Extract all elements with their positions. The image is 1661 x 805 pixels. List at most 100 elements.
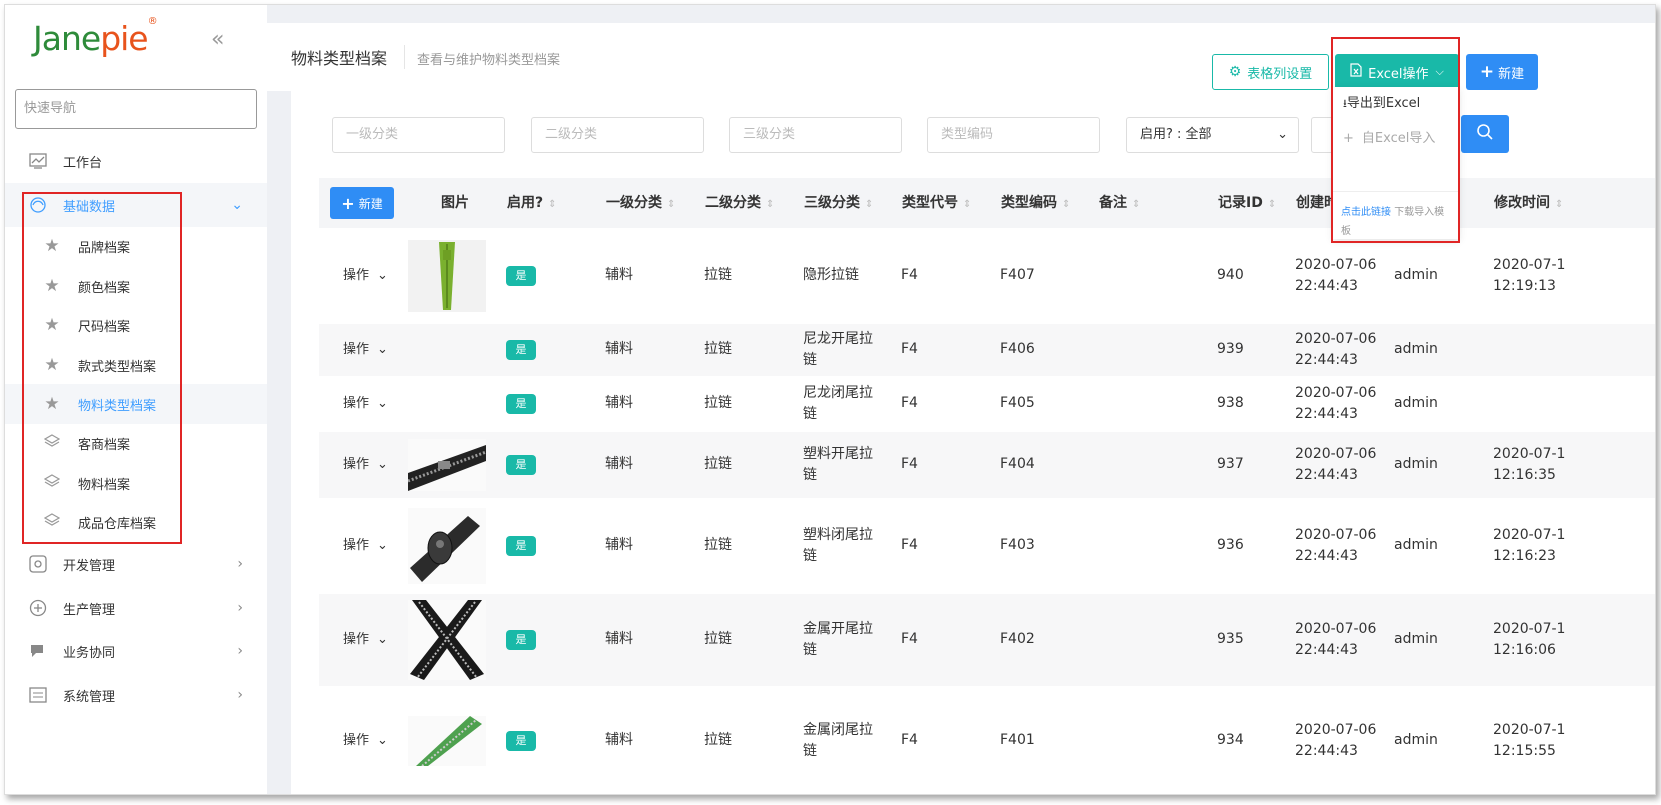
enabled-badge: 是 [506, 630, 536, 650]
chevron-right-icon: › [237, 687, 243, 703]
column-header[interactable]: 备注 ⇕ [1099, 178, 1140, 228]
row-action-menu[interactable]: 操作 ⌄ [343, 339, 388, 360]
column-header[interactable]: 记录ID ⇕ [1218, 178, 1276, 228]
chevron-right-icon: › [237, 600, 243, 616]
level2-cell: 拉链 [704, 537, 732, 553]
sidebar-item-label: 开发管理 [63, 558, 116, 574]
sidebar-item-dev[interactable]: 开发管理 › [5, 542, 267, 586]
page-title: 物料类型档案 [291, 49, 388, 68]
sidebar-item-label: 系统管理 [63, 689, 116, 705]
row-action-menu[interactable]: 操作 ⌄ [343, 535, 388, 556]
level1-cell: 辅料 [605, 732, 633, 748]
record-id-cell: 934 [1217, 732, 1244, 748]
type-number-cell: F405 [1000, 395, 1035, 411]
level1-cell: 辅料 [605, 267, 633, 283]
plus-icon: + [341, 193, 355, 213]
creator-cell: admin [1394, 456, 1438, 472]
sidebar-item-system[interactable]: 系统管理 › [5, 673, 267, 717]
table-row: 操作 ⌄ 是 辅料 拉链 金属闭尾拉链 F4 F401 934 2020-07-06 22:44:4… [319, 686, 1655, 794]
type-number-cell: F403 [1000, 537, 1035, 553]
sort-icon: ⇕ [766, 199, 775, 210]
created-time-cell: 2020-07-06 22:44:43 [1295, 722, 1377, 759]
sort-icon: ⇕ [1062, 199, 1071, 210]
type-number-cell: F404 [1000, 456, 1035, 472]
dashboard-icon [27, 150, 49, 172]
chevron-down-icon: ⌄ [377, 733, 388, 748]
sidebar-item-label: 生产管理 [63, 602, 116, 618]
level3-cell: 塑料开尾拉链 [803, 446, 873, 483]
sidebar-item-workbench[interactable]: 工作台 [5, 139, 267, 183]
column-header[interactable]: 一级分类 ⇕ [606, 178, 675, 228]
type-code-filter[interactable]: 类型编码 [927, 117, 1100, 153]
level2-cell: 拉链 [704, 732, 732, 748]
collapse-sidebar-icon[interactable]: « [211, 27, 224, 52]
created-time-cell: 2020-07-06 22:44:43 [1295, 331, 1377, 368]
table-new-button[interactable]: + 新建 [330, 187, 394, 219]
chevron-down-icon: ⌄ [377, 396, 388, 411]
record-id-cell: 936 [1217, 537, 1244, 553]
level2-cell: 拉链 [704, 456, 732, 472]
sort-icon: ⇕ [548, 199, 557, 210]
column-header[interactable]: 类型编码 ⇕ [1001, 178, 1070, 228]
column-header[interactable]: 类型代号 ⇕ [902, 178, 971, 228]
level1-cell: 辅料 [605, 341, 633, 357]
level2-cell: 拉链 [704, 631, 732, 647]
enabled-badge: 是 [506, 536, 536, 556]
creator-cell: admin [1394, 267, 1438, 283]
row-action-menu[interactable]: 操作 ⌄ [343, 454, 388, 475]
chevron-right-icon: › [237, 643, 243, 659]
row-action-menu[interactable]: 操作 ⌄ [343, 730, 388, 751]
type-code-cell: F4 [901, 631, 918, 647]
enabled-select[interactable]: 启用? : 全部 ⌄ [1126, 117, 1299, 153]
type-number-cell: F402 [1000, 631, 1035, 647]
created-time-cell: 2020-07-06 22:44:43 [1295, 257, 1377, 294]
table-columns-button[interactable]: ⚙ 表格列设置 [1212, 54, 1329, 90]
level3-cell: 塑料闭尾拉链 [803, 527, 873, 564]
row-action-menu[interactable]: 操作 ⌄ [343, 393, 388, 414]
creator-cell: admin [1394, 341, 1438, 357]
row-action-menu[interactable]: 操作 ⌄ [343, 629, 388, 650]
logo: Janepie® [33, 16, 158, 58]
level3-filter[interactable]: 三级分类 [729, 117, 902, 153]
column-header[interactable]: 启用? ⇕ [507, 178, 557, 228]
new-button[interactable]: + 新建 [1466, 54, 1538, 90]
record-id-cell: 935 [1217, 631, 1244, 647]
main-area: 物料类型档案 查看与维护物料类型档案 ⚙ 表格列设置 Excel操作 ⌵ + 新建 一… [267, 5, 1655, 794]
sidebar-item-collab[interactable]: 业务协同 › [5, 629, 267, 673]
type-code-cell: F4 [901, 267, 918, 283]
type-code-cell: F4 [901, 395, 918, 411]
sidebar-item-label: 工作台 [63, 155, 103, 171]
chevron-down-icon: ⌄ [377, 342, 388, 357]
creator-cell: admin [1394, 537, 1438, 553]
enabled-badge: 是 [506, 731, 536, 751]
sort-icon: ⇕ [1555, 199, 1564, 210]
row-action-menu[interactable]: 操作 ⌄ [343, 265, 388, 286]
level1-filter[interactable]: 一级分类 [332, 117, 505, 153]
column-header[interactable]: 修改时间 ⇕ [1494, 178, 1563, 228]
chevron-down-icon: ⌄ [377, 268, 388, 283]
highlight-box [22, 192, 182, 544]
production-icon [27, 597, 49, 619]
level2-cell: 拉链 [704, 395, 732, 411]
type-code-cell: F4 [901, 732, 918, 748]
creator-cell: admin [1394, 395, 1438, 411]
material-thumbnail [408, 240, 486, 312]
record-id-cell: 940 [1217, 267, 1244, 283]
level2-cell: 拉链 [704, 341, 732, 357]
column-header[interactable]: 三级分类 ⇕ [804, 178, 873, 228]
level2-filter[interactable]: 二级分类 [531, 117, 704, 153]
level2-cell: 拉链 [704, 267, 732, 283]
chevron-down-icon: ⌄ [377, 457, 388, 472]
material-thumbnail [408, 439, 486, 491]
table-row: 操作 ⌄ 是 辅料 拉链 尼龙闭尾拉链 F4 F405 938 2020-07-06 22:44:4… [319, 376, 1655, 432]
search-button[interactable] [1461, 115, 1509, 153]
modified-time-cell: 2020-07-1 12:16:35 [1493, 446, 1566, 483]
quick-nav-input[interactable]: 快速导航 [15, 89, 257, 129]
sidebar-item-production[interactable]: 生产管理 › [5, 586, 267, 630]
type-number-cell: F407 [1000, 267, 1035, 283]
chevron-right-icon: › [237, 556, 243, 572]
column-header[interactable]: 二级分类 ⇕ [705, 178, 774, 228]
record-id-cell: 937 [1217, 456, 1244, 472]
chevron-down-icon: ⌄ [231, 197, 243, 213]
level1-cell: 辅料 [605, 395, 633, 411]
